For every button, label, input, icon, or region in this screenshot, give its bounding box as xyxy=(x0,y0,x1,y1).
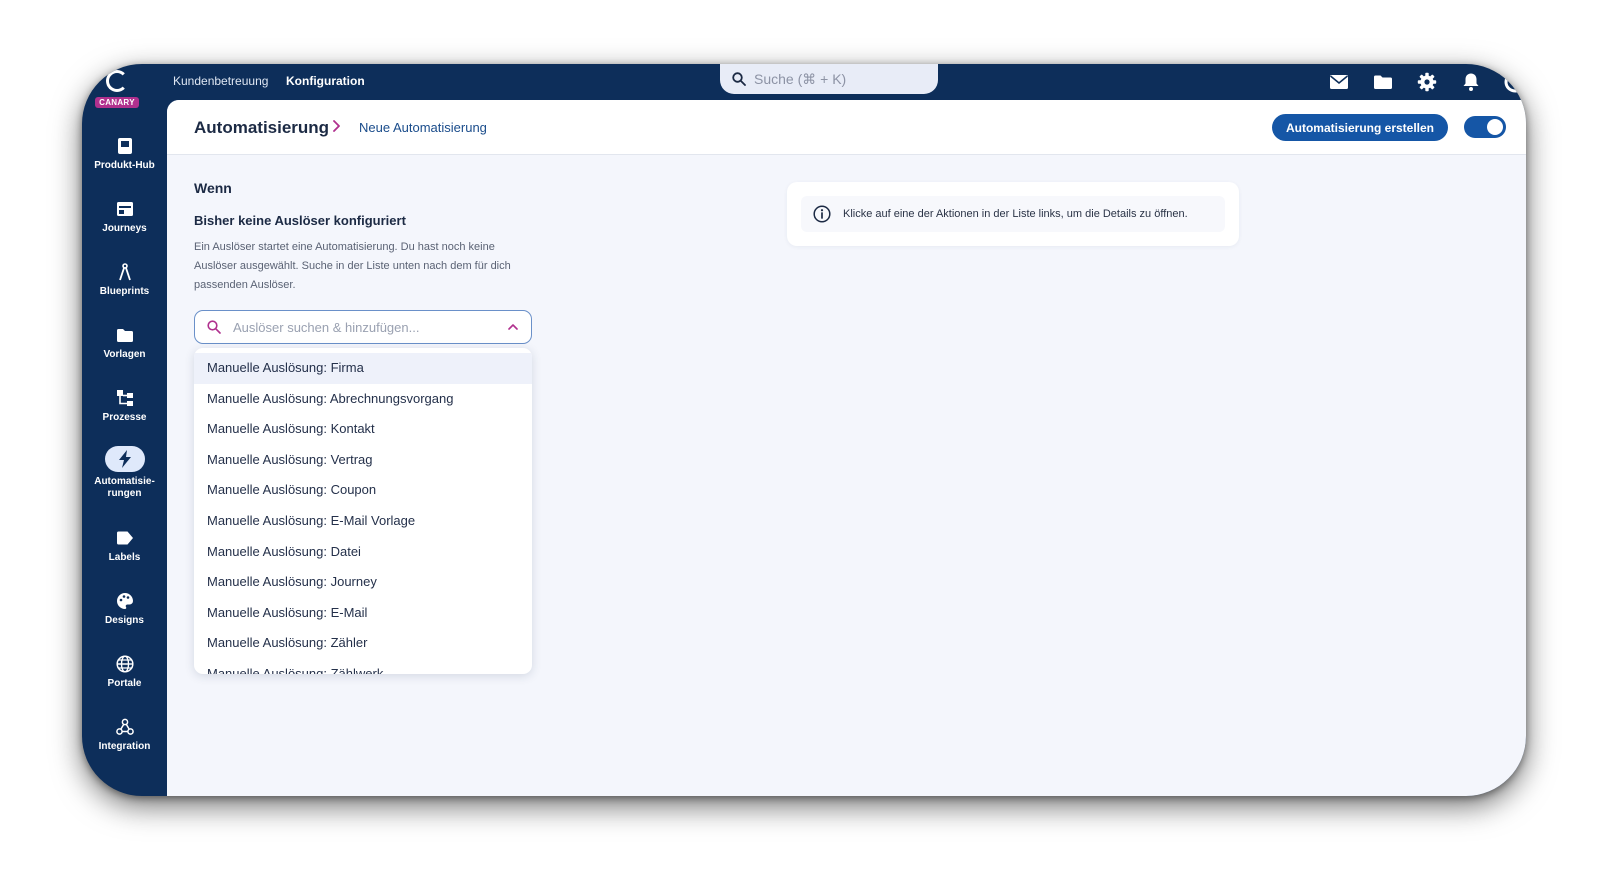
section-title: Wenn xyxy=(194,180,232,196)
sidebar-item-label: Blueprints xyxy=(99,286,150,297)
list-item[interactable]: Manuelle Auslösung: Vertrag xyxy=(194,445,532,476)
section-subtitle: Bisher keine Auslöser konfiguriert xyxy=(194,213,406,228)
canary-logo-icon xyxy=(106,70,128,92)
mail-icon[interactable] xyxy=(1328,71,1350,93)
trigger-search-input[interactable] xyxy=(231,318,507,336)
chevron-right-icon xyxy=(332,119,342,138)
journey-icon xyxy=(115,199,135,219)
page-header: Automatisierung Neue Automatisierung Aut… xyxy=(167,100,1526,155)
list-item[interactable]: Manuelle Auslösung: Abrechnungsvorgang xyxy=(194,384,532,415)
breadcrumb-current: Neue Automatisierung xyxy=(359,120,487,135)
list-item[interactable]: Manuelle Auslösung: E-Mail xyxy=(194,598,532,629)
list-item[interactable]: Manuelle Auslösung: Zähler xyxy=(194,628,532,659)
main-content: Automatisierung Neue Automatisierung Aut… xyxy=(167,100,1526,796)
info-card: Klicke auf eine der Aktionen in der List… xyxy=(787,182,1239,246)
list-item[interactable]: Manuelle Auslösung: E-Mail Vorlage xyxy=(194,506,532,537)
active-toggle[interactable] xyxy=(1464,116,1506,138)
sidebar-item-automatisierungen[interactable]: Automatisie- rungen xyxy=(82,446,167,500)
folder-icon[interactable] xyxy=(1372,71,1394,93)
sidebar-item-produkt-hub[interactable]: Produkt-Hub xyxy=(82,136,167,171)
nav-link-konfiguration[interactable]: Konfiguration xyxy=(286,74,365,88)
list-item[interactable]: Manuelle Auslösung: Zählwerk xyxy=(194,659,532,674)
sidebar-item-label: Integration xyxy=(98,741,151,752)
sidebar-item-label: Produkt-Hub xyxy=(94,160,155,171)
sidebar-item-prozesse[interactable]: Prozesse xyxy=(82,388,167,423)
bell-icon[interactable] xyxy=(1460,71,1482,93)
list-item[interactable]: Manuelle Auslösung: Datei xyxy=(194,537,532,568)
sidebar-item-label: Prozesse xyxy=(102,412,147,423)
sidebar-item-label: Journeys xyxy=(102,223,147,234)
breadcrumb-root[interactable]: Automatisierung xyxy=(194,118,329,138)
search-icon xyxy=(207,320,221,334)
sidebar-item-blueprints[interactable]: Blueprints xyxy=(82,262,167,297)
section-description: Ein Auslöser startet eine Automatisierun… xyxy=(194,241,511,291)
list-item[interactable]: Manuelle Auslösung: Coupon xyxy=(194,475,532,506)
sidebar: Produkt-Hub Journeys Blueprints Vorlagen… xyxy=(82,100,167,796)
global-search[interactable]: Suche (⌘ + K) xyxy=(720,64,938,94)
chevron-up-icon[interactable] xyxy=(507,323,519,331)
book-icon xyxy=(115,136,135,156)
trigger-dropdown[interactable]: Manuelle Auslösung: Firma Manuelle Auslö… xyxy=(194,348,532,674)
global-search-placeholder: Suche (⌘ + K) xyxy=(754,70,847,87)
process-icon xyxy=(115,388,135,408)
sidebar-item-label: Portale xyxy=(107,678,142,689)
info-text: Klicke auf eine der Aktionen in der List… xyxy=(843,208,1188,220)
create-automation-button[interactable]: Automatisierung erstellen xyxy=(1271,114,1448,141)
list-item[interactable]: Manuelle Auslösung: Firma xyxy=(194,353,532,384)
folder-icon xyxy=(115,325,135,345)
sidebar-item-designs[interactable]: Designs xyxy=(82,591,167,626)
sidebar-item-label: Designs xyxy=(105,615,144,626)
webhook-icon xyxy=(115,717,135,737)
label-icon xyxy=(115,528,135,548)
toggle-knob xyxy=(1487,119,1503,135)
sidebar-item-label: Labels xyxy=(108,552,141,563)
info-message: Klicke auf eine der Aktionen in der List… xyxy=(801,196,1225,232)
nav-link-kundenbetreuung[interactable]: Kundenbetreuung xyxy=(173,74,268,88)
info-icon xyxy=(813,205,831,223)
sidebar-item-labels[interactable]: Labels xyxy=(82,528,167,563)
gear-icon[interactable] xyxy=(1416,71,1438,93)
top-icons xyxy=(1328,70,1526,94)
app-window: CANARY Kundenbetreuung Konfiguration Suc… xyxy=(82,64,1526,796)
avatar-icon[interactable] xyxy=(1504,71,1526,93)
palette-icon xyxy=(115,591,135,611)
sidebar-item-label: Vorlagen xyxy=(103,349,146,360)
sidebar-item-journeys[interactable]: Journeys xyxy=(82,199,167,234)
list-item[interactable]: Manuelle Auslösung: Journey xyxy=(194,567,532,598)
sidebar-item-vorlagen[interactable]: Vorlagen xyxy=(82,325,167,360)
sidebar-item-integration[interactable]: Integration xyxy=(82,717,167,752)
search-icon xyxy=(732,72,746,86)
list-item[interactable]: Manuelle Auslösung: Kontakt xyxy=(194,414,532,445)
top-bar: CANARY Kundenbetreuung Konfiguration Suc… xyxy=(82,64,1526,108)
globe-icon xyxy=(115,654,135,674)
compass-icon xyxy=(115,262,135,282)
lightning-icon xyxy=(104,446,145,472)
trigger-search-field[interactable] xyxy=(194,310,532,344)
sidebar-item-label: Automatisie- rungen xyxy=(94,476,155,499)
sidebar-item-portale[interactable]: Portale xyxy=(82,654,167,689)
